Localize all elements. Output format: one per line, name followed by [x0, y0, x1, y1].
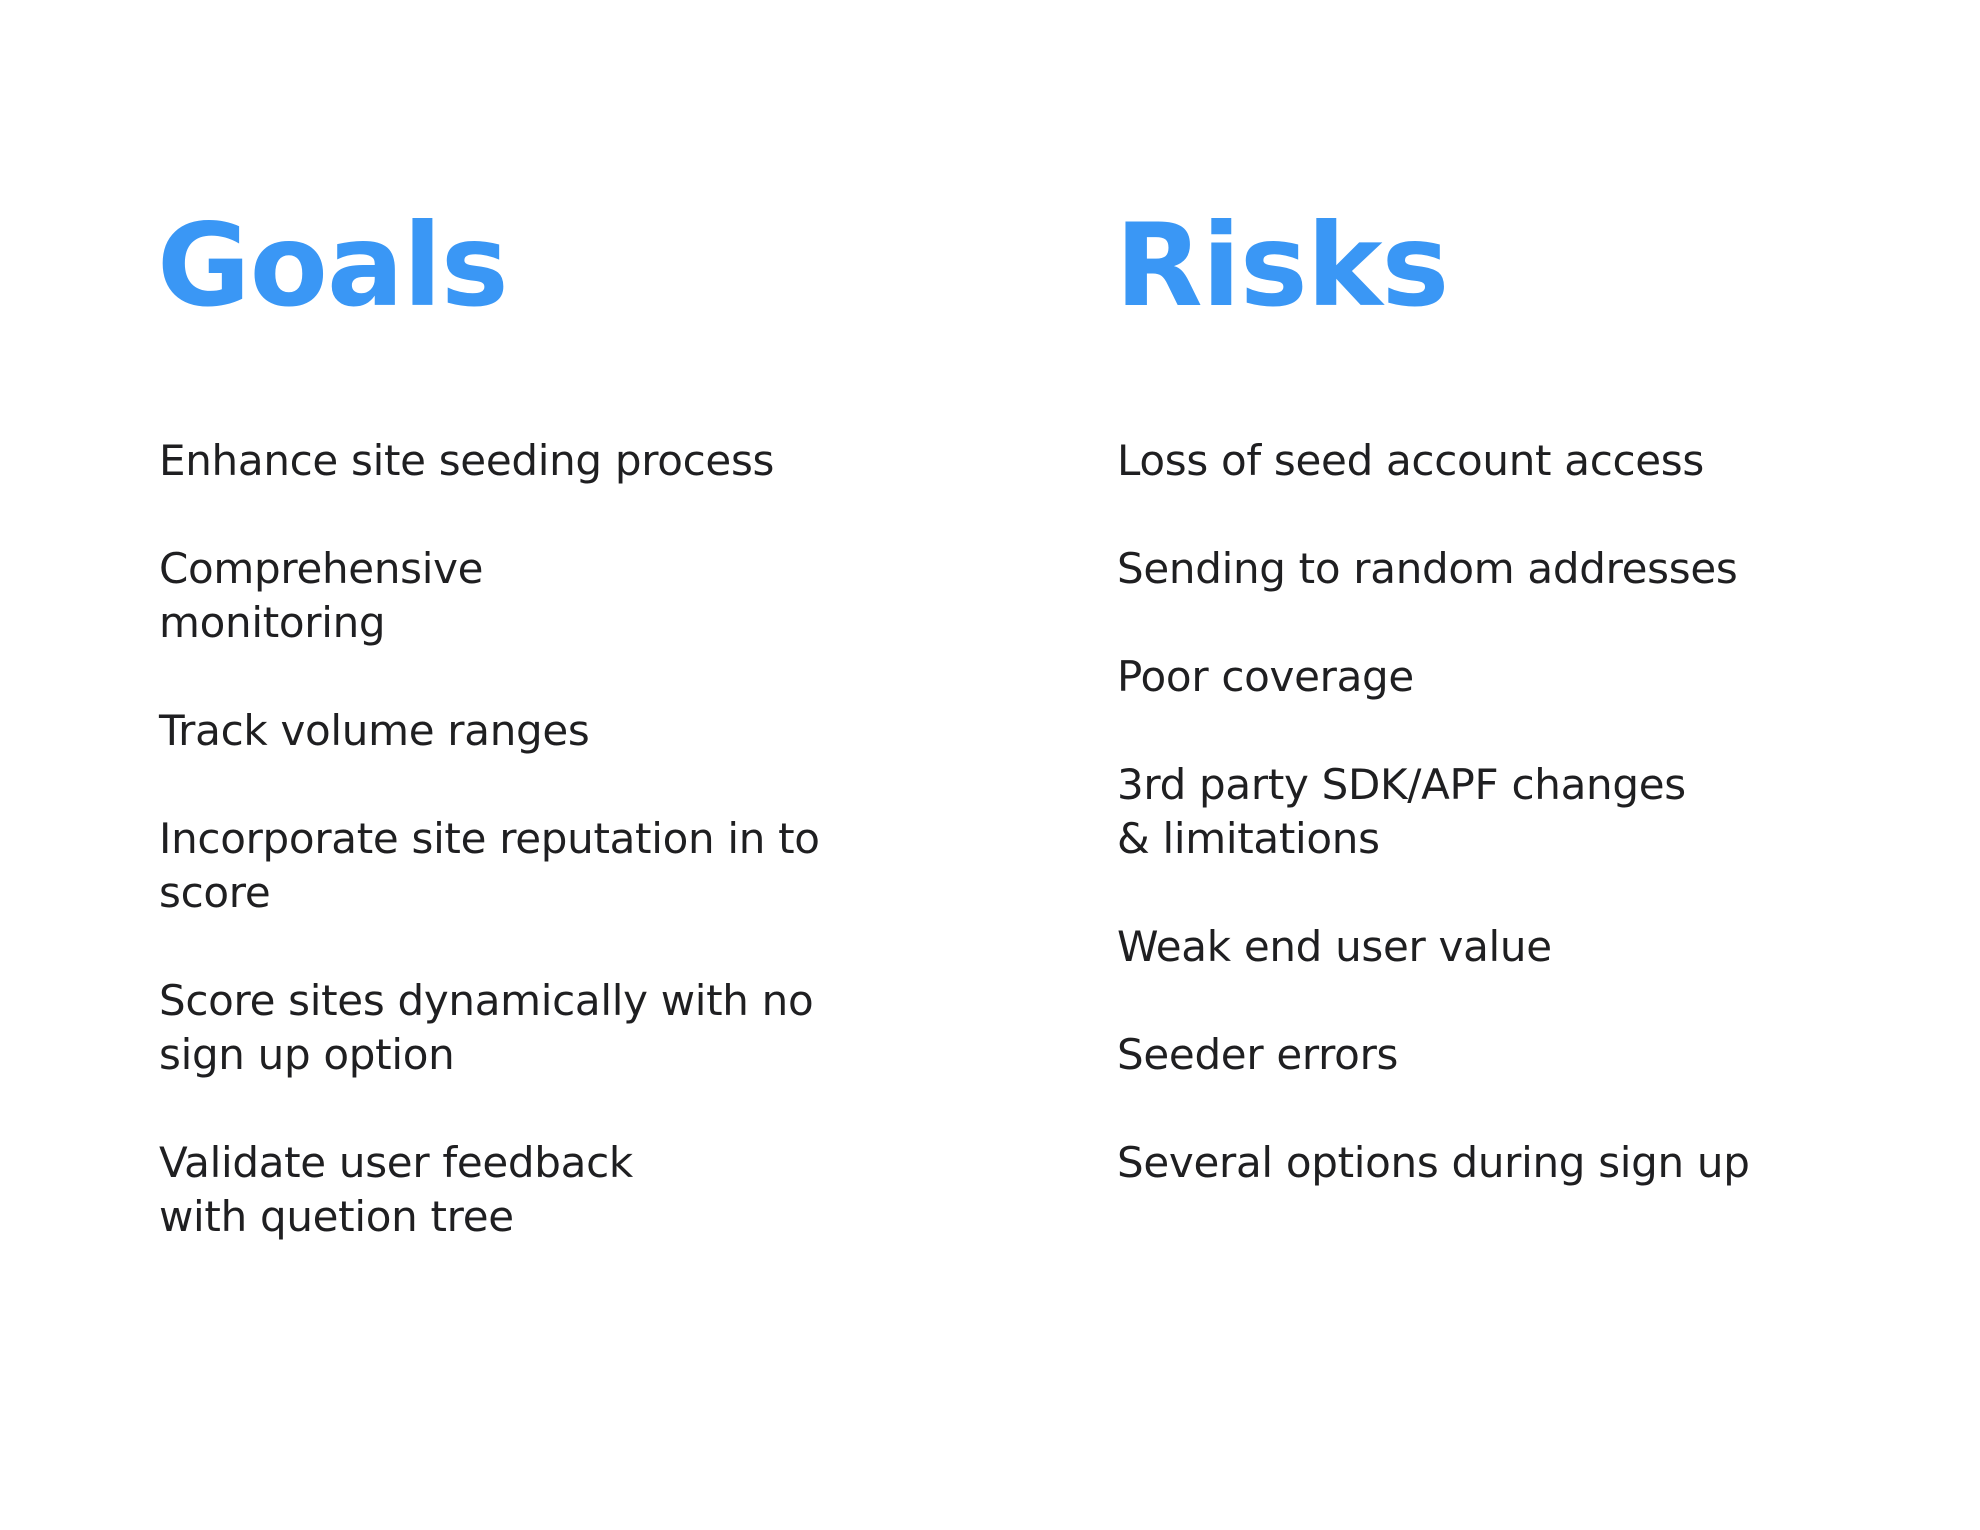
risk-item: Weak end user value — [1117, 920, 1750, 974]
goal-item-line: monitoring — [159, 598, 386, 647]
risks-list: Loss of seed account access Sending to ra… — [1117, 434, 1750, 1244]
risk-item-line: Loss of seed account access — [1117, 436, 1704, 485]
goal-item: Track volume ranges — [159, 704, 820, 758]
goal-item: Comprehensive monitoring — [159, 542, 820, 650]
risk-item-line: Several options during sign up — [1117, 1138, 1750, 1187]
goal-item-line: Enhance site seeding process — [159, 436, 775, 485]
risk-item-line: Weak end user value — [1117, 922, 1552, 971]
risks-heading: Risks — [1115, 199, 1449, 332]
goal-item-line: sign up option — [159, 1030, 455, 1079]
goal-item-line: score — [159, 868, 271, 917]
goal-item-line: Track volume ranges — [159, 706, 590, 755]
risk-item-line: 3rd party SDK/APF changes — [1117, 760, 1686, 809]
goal-item: Validate user feedback with quetion tree — [159, 1136, 820, 1244]
goal-item: Score sites dynamically with no sign up o… — [159, 974, 820, 1082]
goals-list: Enhance site seeding process Comprehensiv… — [159, 434, 820, 1298]
goal-item: Enhance site seeding process — [159, 434, 820, 488]
risk-item-line: Seeder errors — [1117, 1030, 1399, 1079]
goal-item: Incorporate site reputation in to score — [159, 812, 820, 920]
risk-item: Several options during sign up — [1117, 1136, 1750, 1190]
goal-item-line: Comprehensive — [159, 544, 484, 593]
risk-item-line: Sending to random addresses — [1117, 544, 1738, 593]
goal-item-line: Incorporate site reputation in to — [159, 814, 820, 863]
goal-item-line: with quetion tree — [159, 1192, 514, 1241]
risk-item: Loss of seed account access — [1117, 434, 1750, 488]
goal-item-line: Score sites dynamically with no — [159, 976, 814, 1025]
risk-item: 3rd party SDK/APF changes & limitations — [1117, 758, 1750, 866]
risk-item: Poor coverage — [1117, 650, 1750, 704]
risk-item: Sending to random addresses — [1117, 542, 1750, 596]
risk-item-line: Poor coverage — [1117, 652, 1414, 701]
risk-item-line: & limitations — [1117, 814, 1380, 863]
goals-heading: Goals — [157, 199, 509, 332]
risk-item: Seeder errors — [1117, 1028, 1750, 1082]
goal-item-line: Validate user feedback — [159, 1138, 633, 1187]
